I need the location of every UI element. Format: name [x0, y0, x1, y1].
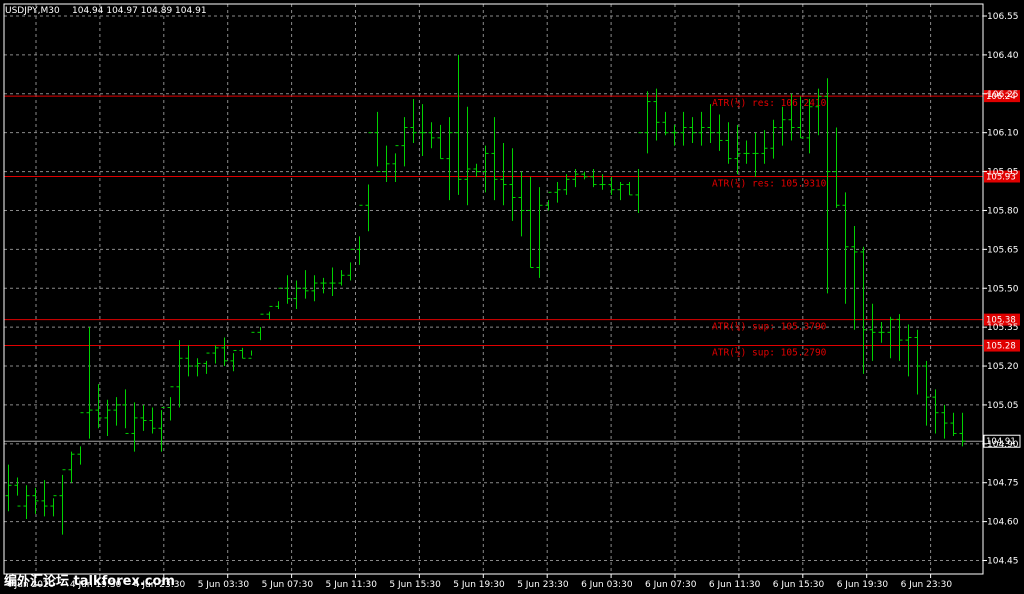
x-tick-label: 5 Jun 11:30	[326, 580, 378, 590]
y-tick-label: 104.60	[987, 518, 1019, 528]
y-tick-label: 105.20	[987, 362, 1019, 372]
atr-price-tag-text: 105.28	[986, 342, 1016, 352]
atr-level-label: ATR(¼) res: 105.9310	[712, 178, 827, 189]
y-tick-label: 106.55	[987, 12, 1019, 22]
x-tick-label: 5 Jun 15:30	[389, 580, 441, 590]
atr-level-label: ATR(½) sup: 105.2790	[712, 348, 827, 359]
y-tick-label: 105.80	[987, 206, 1019, 216]
x-tick-label: 6 Jun 03:30	[581, 580, 633, 590]
x-tick-label: 5 Jun 23:30	[517, 580, 569, 590]
x-tick-label: 5 Jun 03:30	[198, 580, 250, 590]
x-tick-label: 5 Jun 07:30	[262, 580, 314, 590]
y-tick-label: 106.40	[987, 51, 1019, 61]
y-tick-label: 106.25	[987, 90, 1019, 100]
y-tick-label: 105.35	[987, 323, 1019, 333]
y-tick-label: 106.10	[987, 129, 1019, 139]
x-tick-label: 6 Jun 19:30	[837, 580, 889, 590]
chart-background	[0, 0, 1024, 594]
x-tick-label: 6 Jun 11:30	[709, 580, 761, 590]
y-tick-label: 104.45	[987, 557, 1019, 567]
y-tick-label: 104.75	[987, 479, 1019, 489]
chart-header-ohlc: 104.94 104.97 104.89 104.91	[72, 6, 207, 16]
x-tick-label: 6 Jun 07:30	[645, 580, 697, 590]
atr-level-label: ATR(¼) sup: 105.3790	[712, 322, 827, 333]
chart-header-symbol: USDJPY,M30	[5, 6, 60, 16]
y-tick-label: 105.65	[987, 245, 1019, 255]
price-chart[interactable]: ATR(½) res: 106.2410106.24ATR(¼) res: 10…	[0, 0, 1024, 594]
watermark: 编外汇论坛 talkforex.com	[4, 573, 175, 589]
x-tick-label: 6 Jun 23:30	[901, 580, 953, 590]
y-tick-label: 105.50	[987, 284, 1019, 294]
x-tick-label: 6 Jun 15:30	[773, 580, 825, 590]
x-tick-label: 5 Jun 19:30	[453, 580, 505, 590]
y-tick-label: 105.95	[987, 168, 1019, 178]
y-tick-label: 104.90	[987, 440, 1019, 450]
y-tick-label: 105.05	[987, 401, 1019, 411]
